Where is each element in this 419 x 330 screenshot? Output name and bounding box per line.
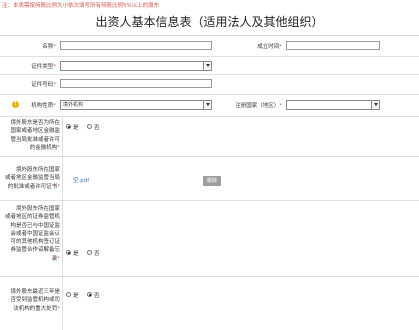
name-input[interactable] <box>60 41 212 50</box>
established-input[interactable] <box>286 41 380 50</box>
row-q1-financial-institution: 境外股东是否为所在 国家或者地区金融监 管当局批准或者许可 的金融机构* 是 否 <box>0 116 419 157</box>
q2-label: 境外股东所在国家 或者地区金融监管当局 的批准或者许可证书* <box>4 167 60 190</box>
q1-label: 境外股东是否为所在 国家或者地区金融监 管当局批准或者许可 的金融机构* <box>10 120 60 151</box>
row-org-nature: ! 机构性质* 境外机构 注册国家（地区）* <box>0 94 419 117</box>
q4-no-radio[interactable] <box>87 292 92 297</box>
row-cert-type: 证件类型* <box>0 56 419 75</box>
chevron-down-icon[interactable] <box>203 62 211 70</box>
org-nature-select[interactable]: 境外机构 <box>60 100 212 110</box>
cert-type-label: 证件类型* <box>31 64 56 70</box>
q1-yes-radio[interactable] <box>66 124 71 129</box>
q4-yes-radio[interactable] <box>66 292 71 297</box>
row-cert-no: 证件号码* <box>0 74 419 95</box>
reg-country-select[interactable] <box>286 100 380 110</box>
instruction-note: 注：本表需按持股比例大小依次填写所有持股比例5%以上的股东 <box>2 3 160 9</box>
name-label: 名称* <box>42 44 56 50</box>
org-nature-label: 机构性质* <box>31 103 56 109</box>
row-name: 名称* 成立时间* <box>0 36 419 57</box>
org-nature-value: 境外机构 <box>63 102 84 108</box>
q1-yes-label: 是 <box>73 125 79 131</box>
chevron-down-icon[interactable] <box>371 101 379 109</box>
q4-no-label: 否 <box>94 293 100 299</box>
q3-yes-label: 是 <box>73 251 79 257</box>
q1-no-radio[interactable] <box>87 124 92 129</box>
cert-no-input[interactable] <box>60 79 212 88</box>
established-label: 成立时间* <box>257 44 282 50</box>
q3-label: 境外股东所在国家 或者地区的证券监管机 构是否已与中国证监 会或者中国证监会认 … <box>4 206 60 262</box>
q4-yes-label: 是 <box>73 293 79 299</box>
page-title: 出资人基本信息表（适用法人及其他组织） <box>95 15 324 29</box>
chevron-down-icon[interactable] <box>203 101 211 109</box>
row-q3-mou: 境外股东所在国家 或者地区的证券监管机 构是否已与中国证监 会或者中国证监会认 … <box>0 200 419 277</box>
reg-country-label: 注册国家（地区）* <box>235 103 282 109</box>
q3-yes-radio[interactable] <box>66 250 71 255</box>
row-q2-certificate: 境外股东所在国家 或者地区金融监管当局 的批准或者许可证书* 空.pdf 删除 <box>0 156 419 201</box>
q4-label: 境外股东最近三年是 否受到监管机构或司 法机构的重大处罚* <box>10 289 60 312</box>
shareholder-form: 名称* 成立时间* 证件类型* 证件号码* ! 机构性质* 境外机构 注册国家（… <box>0 35 419 330</box>
q3-no-radio[interactable] <box>87 250 92 255</box>
row-q4-penalty: 境外股东最近三年是 否受到监管机构或司 法机构的重大处罚* 是 否 <box>0 276 419 330</box>
q1-no-label: 否 <box>94 125 100 131</box>
delete-file-button[interactable]: 删除 <box>203 176 221 186</box>
attached-file-link[interactable]: 空.pdf <box>73 176 89 184</box>
cert-type-select[interactable] <box>60 61 212 71</box>
q3-no-label: 否 <box>94 251 100 257</box>
cert-no-label: 证件号码* <box>31 82 56 88</box>
